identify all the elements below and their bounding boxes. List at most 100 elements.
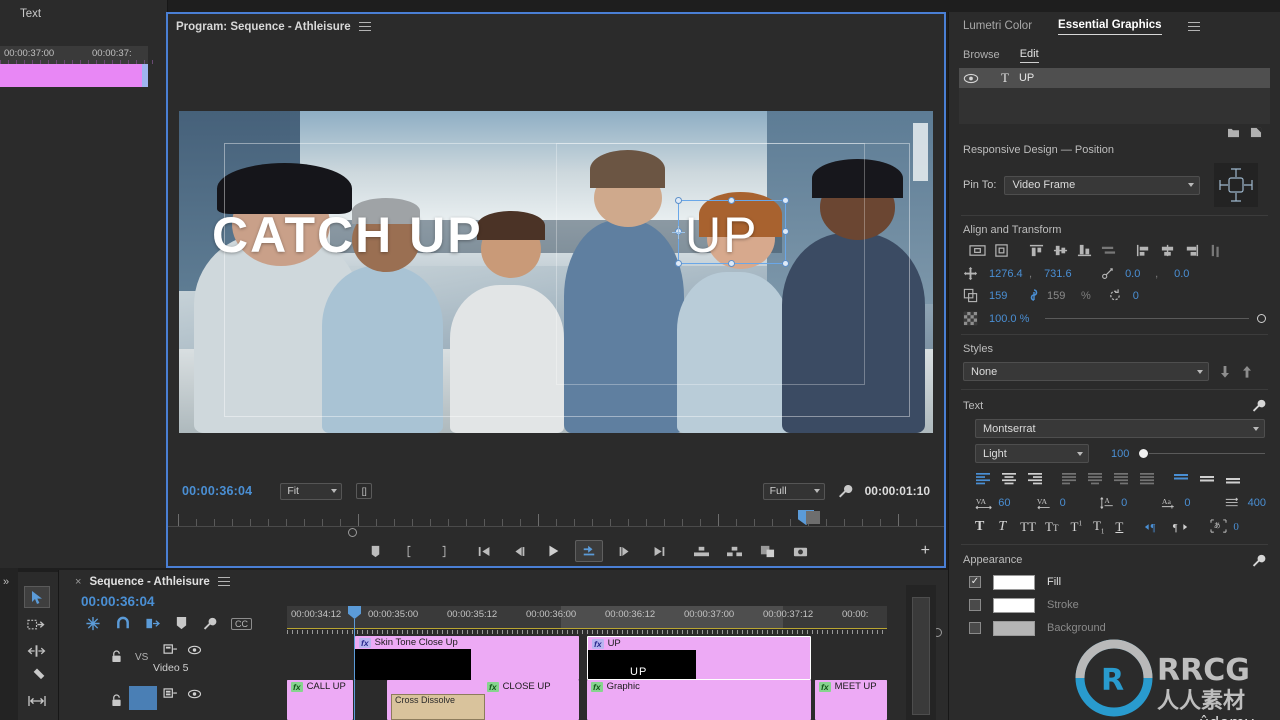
timeline-ruler[interactable]: 00:00:34:12 00:00:35:00 00:00:35:12 00:0… — [287, 606, 887, 628]
program-scrubber[interactable] — [168, 508, 1103, 537]
table-row[interactable]: fx Skin Tone Close Up — [355, 636, 579, 680]
mark-in-icon[interactable] — [402, 544, 417, 559]
new-folder-icon[interactable] — [1227, 127, 1240, 138]
transition-cross-dissolve[interactable]: Cross Dissolve — [391, 694, 485, 720]
stroke-color-swatch[interactable] — [993, 597, 1035, 613]
fill-color-swatch[interactable] — [993, 574, 1035, 590]
align-left-icon[interactable] — [1135, 243, 1152, 258]
new-layer-icon[interactable] — [1250, 127, 1262, 138]
superscript-icon[interactable]: T1 — [1070, 519, 1081, 535]
resolution-dropdown[interactable]: Full — [762, 482, 825, 500]
timeline-work-area[interactable] — [561, 606, 783, 628]
step-back-icon[interactable] — [511, 544, 527, 559]
table-row[interactable]: fx UP UP — [587, 636, 811, 680]
justify-last-center-icon[interactable] — [1087, 472, 1103, 485]
in-out-icon[interactable]: [] — [356, 483, 373, 499]
wrench-icon[interactable] — [1251, 398, 1266, 413]
arrow-up-icon[interactable] — [1241, 365, 1253, 379]
layer-list[interactable] — [959, 88, 1270, 124]
table-row[interactable]: fx MEET UP — [815, 680, 887, 720]
timeline-settings-icon[interactable] — [202, 616, 217, 631]
vertical-align-middle-icon[interactable] — [1199, 472, 1215, 485]
font-size-value[interactable]: 100 — [1111, 448, 1139, 460]
program-viewer[interactable]: CATCH UP UP — [168, 40, 944, 474]
mark-out-icon[interactable] — [436, 544, 451, 559]
justify-all-icon[interactable] — [1139, 472, 1155, 485]
text-panel-ruler[interactable]: 00:00:37:00 00:00:37: — [0, 46, 153, 64]
layer-item-up[interactable]: T UP — [959, 68, 1270, 88]
justify-last-left-icon[interactable] — [1061, 472, 1077, 485]
underline-icon[interactable]: T — [1115, 519, 1123, 535]
track-target-toggle[interactable] — [129, 686, 157, 710]
track-target-icon[interactable] — [163, 644, 178, 655]
close-icon[interactable]: × — [75, 576, 81, 588]
text-panel-clip-bar[interactable] — [0, 64, 148, 87]
anchor-x-value[interactable]: 0.0 — [1125, 268, 1155, 280]
vertical-align-top-icon[interactable] — [1173, 472, 1189, 485]
eye-icon[interactable] — [963, 73, 979, 84]
table-row[interactable]: fx CALL UP — [287, 680, 353, 720]
align-vertical-center-icon[interactable] — [1052, 243, 1069, 258]
position-y-value[interactable]: 731.6 — [1044, 268, 1090, 280]
align-right-icon[interactable] — [1183, 243, 1200, 258]
align-text-left-icon[interactable] — [975, 472, 991, 485]
program-playhead-timecode[interactable]: 00:00:36:04 — [182, 484, 252, 498]
align-text-right-icon[interactable] — [1027, 472, 1043, 485]
faux-bold-icon[interactable]: T — [975, 519, 984, 535]
arrow-down-icon[interactable] — [1219, 365, 1231, 379]
table-row[interactable]: fx CLOSE UP Cross Dissolve — [387, 680, 579, 720]
wrench-icon[interactable] — [837, 483, 853, 499]
snap-icon[interactable] — [115, 616, 131, 631]
ltr-direction-icon[interactable]: ¶ — [1143, 520, 1162, 534]
lock-icon[interactable] — [111, 694, 122, 707]
align-vertical-center-video-icon[interactable] — [993, 243, 1010, 258]
tab-lumetri-color[interactable]: Lumetri Color — [963, 20, 1032, 35]
wrench-icon[interactable] — [1251, 553, 1266, 568]
hamburger-icon[interactable] — [358, 22, 371, 32]
hamburger-icon[interactable] — [217, 577, 230, 587]
nest-sequence-icon[interactable] — [85, 616, 101, 631]
subtab-browse[interactable]: Browse — [963, 49, 1000, 61]
vertical-align-bottom-icon[interactable] — [1225, 472, 1241, 485]
go-to-out-icon[interactable] — [651, 544, 667, 559]
justify-last-right-icon[interactable] — [1113, 472, 1129, 485]
add-marker-icon[interactable] — [368, 544, 383, 559]
subscript-icon[interactable]: T1 — [1093, 518, 1104, 536]
export-frame-icon[interactable] — [759, 544, 776, 559]
export-frame-toggle-icon[interactable] — [575, 540, 603, 562]
timeline-playhead-timecode[interactable]: 00:00:36:04 — [81, 594, 155, 609]
rotation-value[interactable]: 0 — [1133, 290, 1139, 302]
track-target-icon[interactable] — [163, 688, 178, 699]
link-icon[interactable] — [1029, 288, 1039, 303]
baseline-shift-value[interactable]: 0 — [1184, 497, 1224, 509]
captions-icon[interactable]: CC — [231, 617, 252, 630]
table-row[interactable]: fx Graphic — [587, 680, 811, 720]
eye-icon[interactable] — [187, 645, 202, 655]
timeline-vertical-scrollbar[interactable] — [906, 585, 936, 720]
rtl-direction-icon[interactable]: ¶ — [1171, 520, 1190, 534]
align-text-center-icon[interactable] — [1001, 472, 1017, 485]
align-horizontal-center-icon[interactable] — [1159, 243, 1176, 258]
faux-italic-icon[interactable]: T — [998, 519, 1006, 535]
styles-dropdown[interactable]: None — [963, 362, 1209, 381]
camera-icon[interactable] — [792, 544, 809, 559]
line-spacing-value[interactable]: 400 — [1248, 497, 1266, 509]
tsume-value[interactable]: 0 — [1233, 521, 1239, 533]
stroke-checkbox[interactable] — [969, 599, 981, 612]
add-button[interactable]: + — [921, 542, 930, 560]
razor-tool-icon[interactable] — [28, 668, 46, 685]
lock-icon[interactable] — [111, 650, 122, 663]
small-caps-icon[interactable]: TT — [1045, 519, 1058, 535]
font-style-dropdown[interactable]: Light — [975, 444, 1089, 463]
track-select-forward-icon[interactable] — [27, 618, 46, 634]
selection-tool-icon[interactable] — [24, 586, 50, 608]
hamburger-icon[interactable] — [1187, 22, 1200, 32]
tab-essential-graphics[interactable]: Essential Graphics — [1058, 19, 1162, 35]
eye-icon[interactable] — [187, 689, 202, 699]
align-top-icon[interactable] — [1028, 243, 1045, 258]
go-to-in-icon[interactable] — [477, 544, 493, 559]
leading-value[interactable]: 0 — [1121, 497, 1161, 509]
subtab-edit[interactable]: Edit — [1019, 48, 1039, 63]
font-family-dropdown[interactable]: Montserrat — [975, 419, 1265, 438]
tracking-value[interactable]: 60 — [998, 497, 1036, 509]
